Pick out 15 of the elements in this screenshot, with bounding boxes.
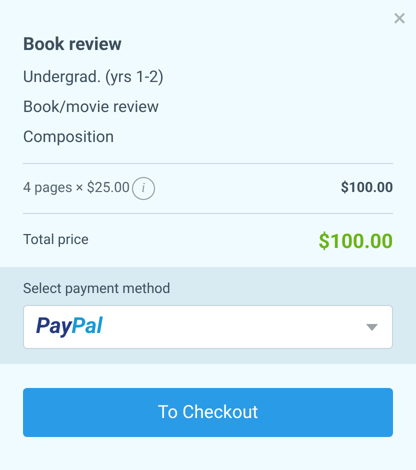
checkout-button[interactable]: To Checkout [23, 388, 393, 437]
close-button[interactable]: × [389, 6, 410, 30]
payment-select[interactable]: PayPal [23, 305, 393, 349]
price-breakdown: 4 pages × $25.00 [23, 179, 130, 198]
order-title: Book review [23, 33, 123, 57]
paypal-logo: PayPal [36, 316, 102, 338]
info-icon[interactable]: i [132, 177, 155, 200]
order-detail: Undergrad. (yrs 1-2) [23, 66, 165, 88]
total-label: Total price [23, 231, 88, 250]
total-amount: $100.00 [318, 228, 393, 254]
order-detail: Composition [23, 126, 115, 148]
caret-icon [366, 324, 378, 330]
payment-label: Select payment method [23, 280, 172, 299]
order-detail: Book/movie review [23, 96, 160, 118]
subtotal-amount: $100.00 [340, 179, 393, 198]
